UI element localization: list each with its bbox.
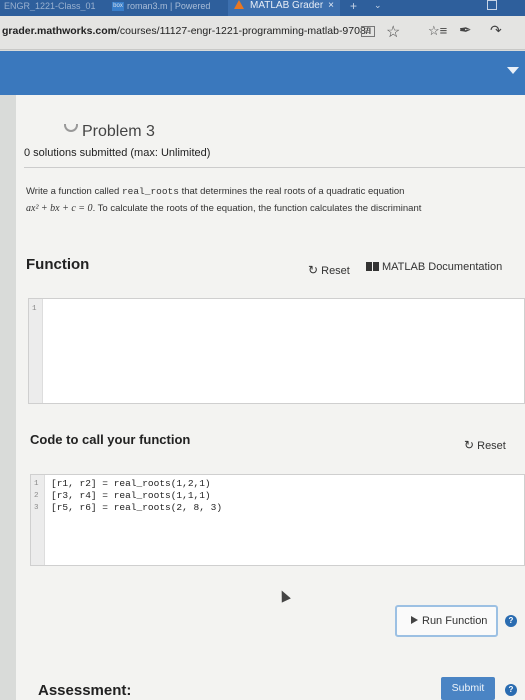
line-number: 2 <box>34 492 39 500</box>
problem-title-text: Problem 3 <box>82 123 155 140</box>
browser-tab-strip: ENGR_1221-Class_01 box roman3.m | Powered… <box>0 0 525 16</box>
pen-icon[interactable]: ✒ <box>459 21 472 39</box>
box-favicon-icon: box <box>112 2 124 12</box>
url-host: grader.mathworks.com <box>2 25 117 37</box>
function-name-code: real_roots <box>121 186 179 197</box>
favorite-star-icon[interactable]: ☆ <box>386 22 400 42</box>
line-number-gutter: 1 2 3 <box>31 475 45 565</box>
help-icon[interactable]: ? <box>505 615 517 627</box>
divider <box>24 167 525 168</box>
help-icon[interactable]: ? <box>505 684 517 696</box>
site-header <box>0 51 525 95</box>
tab-label: ENGR_1221-Class_01 <box>4 1 96 11</box>
address-bar: grader.mathworks.com/courses/11127-engr-… <box>0 16 525 50</box>
matlab-logo-icon <box>234 0 244 9</box>
code-line: [r1, r2] = real_roots(1,2,1) <box>51 478 211 489</box>
reset-label: Reset <box>321 265 350 277</box>
line-number: 1 <box>32 305 37 313</box>
desc-line2: . To calculate the roots of the equation… <box>92 203 422 214</box>
reset-icon: ↻ <box>464 438 475 452</box>
problem-description-line2: ax² + bx + c = 0. To calculate the roots… <box>26 203 421 214</box>
share-icon[interactable]: ↷ <box>490 22 502 39</box>
reset-label: Reset <box>477 440 506 452</box>
line-number: 3 <box>34 504 39 512</box>
problem-title[interactable]: Problem 3 <box>64 123 155 141</box>
favorites-list-icon[interactable]: ☆≡ <box>428 23 447 39</box>
desc-prefix: Write a function called <box>26 186 122 197</box>
docs-label: MATLAB Documentation <box>382 261 503 273</box>
problem-page: Problem 3 0 solutions submitted (max: Un… <box>16 95 525 700</box>
url-field[interactable]: grader.mathworks.com/courses/11127-engr-… <box>2 25 371 37</box>
browser-tab[interactable]: box roman3.m | Powered <box>108 0 224 16</box>
restore-window-icon[interactable] <box>487 0 497 10</box>
matlab-documentation-link[interactable]: MATLAB Documentation <box>366 261 502 273</box>
function-reset-button[interactable]: ↻ Reset <box>308 263 350 277</box>
line-number-gutter: 1 <box>29 299 43 403</box>
assessment-title: Assessment: <box>38 682 132 699</box>
problem-description-line1: Write a function called real_roots that … <box>26 186 404 197</box>
book-icon <box>366 262 379 271</box>
tab-label: roman3.m | Powered <box>127 1 211 11</box>
function-section-title: Function <box>26 256 90 273</box>
chevron-down-icon[interactable] <box>507 67 519 74</box>
run-function-button[interactable]: Run Function <box>395 605 498 637</box>
close-tab-icon[interactable]: × <box>328 0 334 12</box>
code-line: [r3, r4] = real_roots(1,1,1) <box>51 490 211 501</box>
line-number: 1 <box>34 480 39 488</box>
desc-suffix: that determines the real roots of a quad… <box>178 186 405 197</box>
browser-tab[interactable]: ENGR_1221-Class_01 <box>0 0 100 16</box>
mouse-cursor-icon <box>277 588 291 603</box>
status-ring-icon <box>64 124 78 132</box>
url-path: /courses/11127-engr-1221-programming-mat… <box>116 25 372 37</box>
new-tab-button[interactable]: + <box>350 0 357 12</box>
call-section-title: Code to call your function <box>30 432 191 447</box>
reset-icon: ↻ <box>308 263 319 277</box>
tab-label: MATLAB Grader <box>250 0 324 11</box>
run-label: Run Function <box>422 615 488 627</box>
solutions-count: 0 solutions submitted (max: Unlimited) <box>24 147 211 159</box>
code-line: [r5, r6] = real_roots(2, 8, 3) <box>51 502 223 513</box>
quadratic-equation: ax² + bx + c = 0 <box>26 203 93 214</box>
chevron-down-icon[interactable]: ⌄ <box>374 0 382 11</box>
reader-view-icon[interactable]: ☰ <box>361 26 375 37</box>
play-icon <box>411 616 418 624</box>
browser-tab-active[interactable]: MATLAB Grader × <box>228 0 340 16</box>
function-code-editor[interactable]: 1 <box>28 298 525 404</box>
submit-button[interactable]: Submit <box>441 677 495 700</box>
call-reset-button[interactable]: ↻ Reset <box>464 438 506 452</box>
call-code-editor[interactable]: 1 2 3 [r1, r2] = real_roots(1,2,1) [r3, … <box>30 474 525 566</box>
